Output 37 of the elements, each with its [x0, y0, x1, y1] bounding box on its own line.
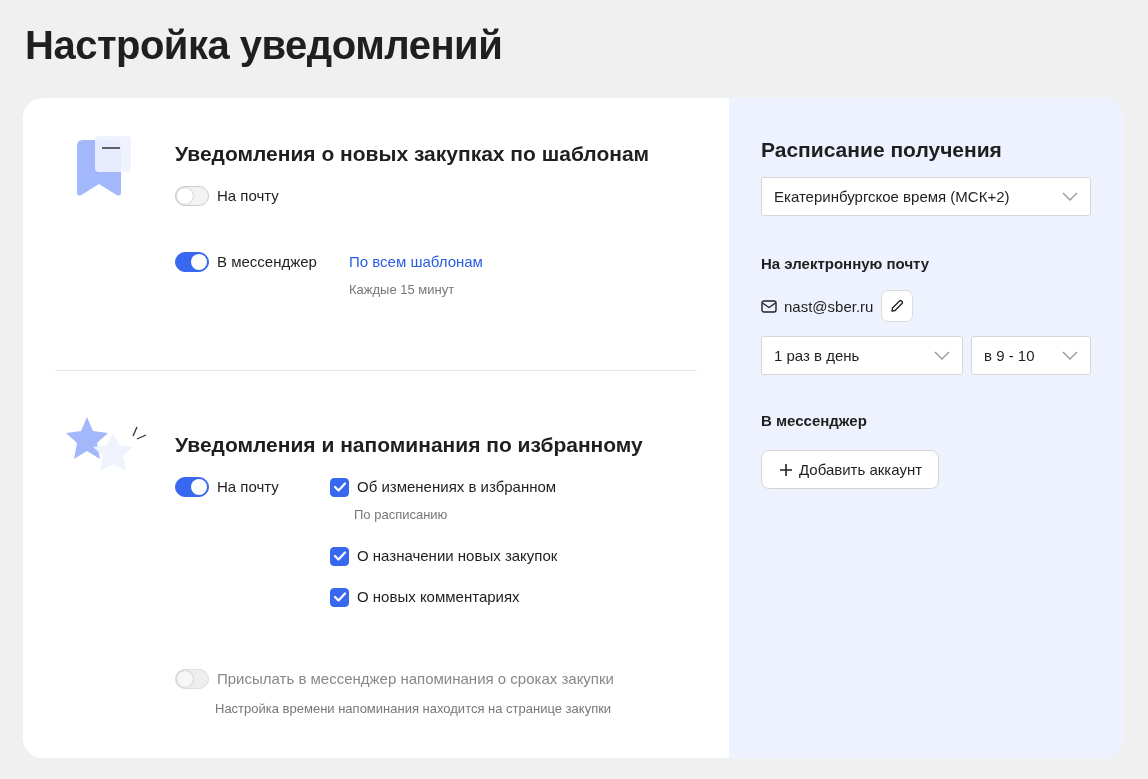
email-toggle[interactable]: [175, 477, 209, 497]
plus-icon: [780, 463, 792, 476]
option-hint: По расписанию: [354, 507, 449, 523]
envelope-icon: [761, 299, 777, 313]
timezone-select[interactable]: Екатеринбургское время (МСК+2): [761, 177, 1091, 216]
checkbox-label: О назначении новых закупок: [357, 546, 558, 566]
toggle-label: В мессенджер: [217, 252, 318, 272]
toggle-label: Присылать в мессенджер напоминания о сроках закупки: [217, 669, 614, 689]
checkbox[interactable]: [330, 546, 349, 566]
checkbox[interactable]: [330, 477, 349, 497]
frequency-select[interactable]: 1 раз в день: [761, 336, 963, 375]
templates-link[interactable]: По всем шаблонам: [349, 252, 483, 272]
reminder-hint: Настройка времени напоминания находится на странице закупки: [215, 701, 613, 717]
frequency-hint: Каждые 15 минут: [349, 282, 456, 298]
checkbox-label: Об изменениях в избранном: [357, 477, 557, 497]
chevron-down-icon: [1062, 191, 1078, 202]
section-title: Уведомления и напоминания по избранному: [175, 432, 643, 458]
panel-title: Расписание получения: [761, 137, 1003, 163]
checkmark-icon: [332, 591, 347, 603]
subheading: В мессенджер: [761, 411, 868, 431]
subheading: На электронную почту: [761, 254, 931, 274]
chevron-down-icon: [934, 350, 950, 361]
checkbox[interactable]: [330, 587, 349, 607]
page-title: Настройка уведомлений: [25, 22, 504, 69]
add-account-button[interactable]: Добавить аккаунт: [761, 450, 940, 489]
checkmark-icon: [332, 550, 347, 562]
checkmark-icon: [332, 481, 347, 493]
section-title: Уведомления о новых закупках по шаблонам: [175, 141, 650, 167]
chevron-down-icon: [1062, 350, 1078, 361]
messenger-toggle[interactable]: [175, 252, 209, 272]
email-address: nast@sber.ru: [784, 297, 874, 315]
time-select[interactable]: в 9 - 10: [971, 336, 1091, 375]
toggle-label: На почту: [217, 186, 279, 206]
toggle-label: На почту: [217, 477, 280, 497]
edit-button[interactable]: [881, 290, 914, 322]
checkbox-label: О новых комментариях: [357, 587, 520, 607]
pencil-icon: [890, 299, 905, 313]
